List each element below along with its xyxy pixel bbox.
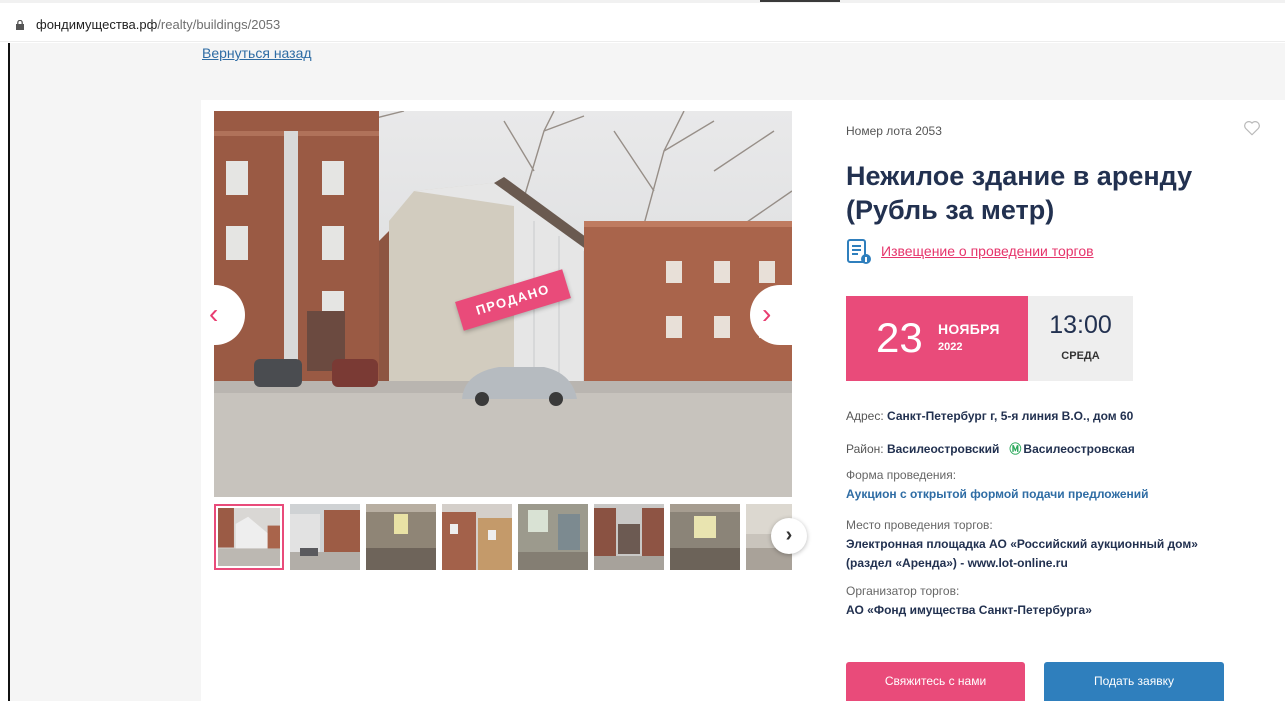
district-value: Василеостровский — [886, 442, 1000, 456]
address-label: Адрес: — [846, 409, 888, 423]
chevron-right-icon: › — [785, 524, 793, 546]
thumbnail[interactable] — [518, 504, 588, 570]
place-label: Место проведения торгов: — [846, 518, 993, 532]
address-value: Санкт-Петербург г, 5-я линия В.О., дом 6… — [887, 409, 1134, 423]
lot-number: Номер лота 2053 — [846, 124, 942, 138]
auction-day: 23 — [876, 314, 923, 361]
apply-button[interactable]: Подать заявку — [1044, 662, 1224, 701]
page: Вернуться назад ПРОДАНО ‹ › › Номер лота… — [8, 43, 1285, 701]
auction-time-block: 13:00 СРЕДА — [1028, 296, 1133, 381]
district-label: Район: — [846, 442, 887, 456]
thumbnail[interactable] — [594, 504, 664, 570]
browser-top-edge — [0, 0, 1285, 3]
organizer-label: Организатор торгов: — [846, 584, 960, 598]
form-label: Форма проведения: — [846, 468, 957, 482]
auction-year: 2022 — [938, 341, 963, 353]
browser-tab-indicator — [760, 0, 840, 2]
address-row: Адрес: Санкт-Петербург г, 5-я линия В.О.… — [846, 409, 1133, 423]
address-bar[interactable]: фондимущества.рф/realty/buildings/2053 — [0, 8, 1285, 42]
metro-station: Василеостровская — [1023, 442, 1135, 456]
document-icon — [847, 239, 871, 264]
url-text[interactable]: фондимущества.рф/realty/buildings/2053 — [36, 17, 280, 32]
metro-icon: Ⓜ — [1009, 442, 1022, 456]
contact-button[interactable]: Свяжитесь с нами — [846, 662, 1025, 701]
thumbnail[interactable] — [670, 504, 740, 570]
heart-icon[interactable] — [1243, 119, 1261, 137]
lot-info: Номер лота 2053 Нежилое здание в аренду … — [846, 100, 1276, 701]
auction-month: НОЯБРЯ — [938, 321, 1000, 337]
thumbnail[interactable] — [290, 504, 360, 570]
thumbnail[interactable] — [366, 504, 436, 570]
district-row: Район: Василеостровский Ⓜ Василеостровская — [846, 440, 1135, 457]
thumbnail-strip — [214, 504, 792, 570]
organizer-value: АО «Фонд имущества Санкт-Петербурга» — [846, 603, 1092, 617]
auction-time: 13:00 — [1049, 311, 1112, 339]
thumbnails-next-button[interactable]: › — [771, 518, 807, 554]
lot-title: Нежилое здание в аренду (Рубль за метр) — [846, 161, 1193, 225]
url-domain: фондимущества.рф — [36, 17, 158, 32]
chevron-left-icon: ‹ — [209, 298, 219, 329]
notice-link[interactable]: Извещение о проведении торгов — [881, 243, 1094, 259]
auction-weekday: СРЕДА — [1061, 350, 1100, 362]
chevron-right-icon: › — [762, 298, 772, 329]
place-value: Электронная площадка АО «Российский аукц… — [846, 537, 1198, 570]
thumbnail[interactable] — [214, 504, 284, 570]
form-value[interactable]: Аукцион с открытой формой подачи предлож… — [846, 485, 1216, 504]
thumbnail[interactable] — [442, 504, 512, 570]
photo-gallery[interactable]: ПРОДАНО — [214, 111, 792, 497]
url-path: /realty/buildings/2053 — [157, 17, 281, 32]
back-link[interactable]: Вернуться назад — [202, 45, 312, 61]
auction-date-block: 23 НОЯБРЯ 2022 — [846, 296, 1028, 381]
lot-card: ПРОДАНО ‹ › › Номер лота 2053 Нежилое зд… — [201, 100, 1285, 701]
lock-icon — [16, 20, 24, 30]
